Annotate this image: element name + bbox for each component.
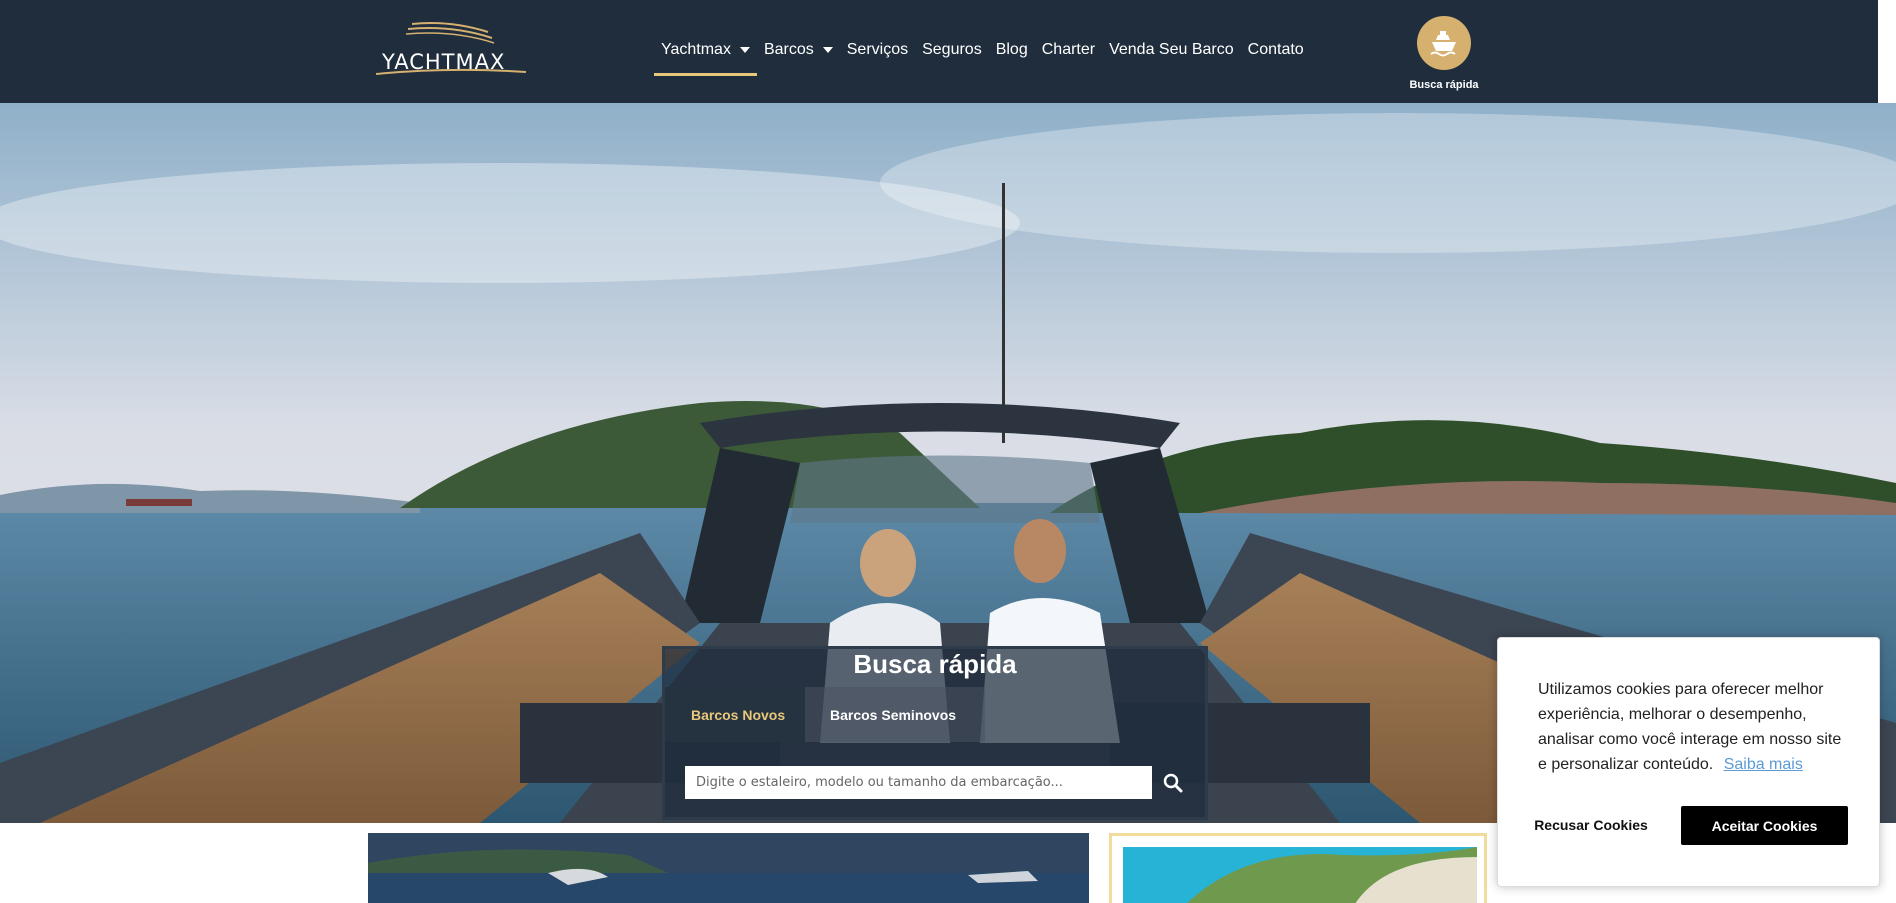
cookie-consent-banner: Utilizamos cookies para oferecer melhor … bbox=[1497, 637, 1880, 887]
quick-search-label[interactable]: Busca rápida bbox=[1380, 79, 1508, 91]
search-tabs: Barcos Novos Barcos Seminovos bbox=[665, 687, 985, 742]
nav-item-seguros[interactable]: Seguros bbox=[915, 38, 989, 62]
nav-item-charter[interactable]: Charter bbox=[1035, 38, 1102, 62]
yachtmax-logo[interactable]: YACHTMAX bbox=[370, 20, 530, 80]
nav-label: Serviços bbox=[846, 41, 909, 58]
accept-cookies-button[interactable]: Aceitar Cookies bbox=[1681, 806, 1848, 845]
nav-label: Blog bbox=[995, 41, 1028, 58]
scrollbar-gutter bbox=[1878, 0, 1896, 103]
main-nav: Yachtmax Barcos Serviços Seguros Blog Ch… bbox=[654, 38, 1311, 76]
search-input[interactable] bbox=[685, 766, 1152, 799]
quick-search-panel: Busca rápida Barcos Novos Barcos Seminov… bbox=[662, 646, 1208, 820]
promo-card[interactable] bbox=[1109, 833, 1487, 903]
nav-item-blog[interactable]: Blog bbox=[989, 38, 1035, 62]
promo-coast-photo bbox=[1123, 847, 1477, 903]
nav-item-yachtmax[interactable]: Yachtmax bbox=[654, 38, 757, 76]
nav-label: Venda Seu Barco bbox=[1109, 41, 1234, 58]
nav-item-servicos[interactable]: Serviços bbox=[840, 38, 915, 62]
caret-down-icon bbox=[822, 47, 833, 53]
tab-barcos-novos[interactable]: Barcos Novos bbox=[665, 687, 805, 742]
tab-barcos-seminovos[interactable]: Barcos Seminovos bbox=[805, 687, 985, 742]
caret-down-icon bbox=[739, 47, 750, 53]
search-icon bbox=[1163, 773, 1183, 793]
cookie-learn-more-link[interactable]: Saiba mais bbox=[1724, 756, 1803, 773]
nav-label: Charter bbox=[1041, 41, 1096, 58]
nav-item-venda-seu-barco[interactable]: Venda Seu Barco bbox=[1102, 38, 1241, 62]
nav-label: Barcos bbox=[763, 41, 814, 58]
nav-item-barcos[interactable]: Barcos bbox=[757, 38, 840, 62]
nav-label: Yachtmax bbox=[661, 41, 731, 58]
nav-label: Contato bbox=[1247, 41, 1304, 58]
featured-boat-image[interactable] bbox=[368, 833, 1089, 903]
search-button[interactable] bbox=[1160, 770, 1186, 796]
nav-item-contato[interactable]: Contato bbox=[1241, 38, 1311, 62]
decline-cookies-button[interactable]: Recusar Cookies bbox=[1518, 806, 1664, 844]
search-title: Busca rápida bbox=[853, 649, 1017, 679]
site-header: YACHTMAX Yachtmax Barcos Serviços Seguro… bbox=[0, 0, 1878, 103]
cookie-message-wrapper: Utilizamos cookies para oferecer melhor … bbox=[1538, 677, 1848, 777]
featured-boat-photo bbox=[368, 833, 1089, 903]
quick-search-button[interactable] bbox=[1417, 16, 1471, 70]
boat-icon bbox=[1430, 31, 1456, 57]
nav-label: Seguros bbox=[922, 41, 982, 58]
promo-card-image bbox=[1123, 847, 1477, 903]
logo-text: YACHTMAX bbox=[382, 50, 506, 74]
